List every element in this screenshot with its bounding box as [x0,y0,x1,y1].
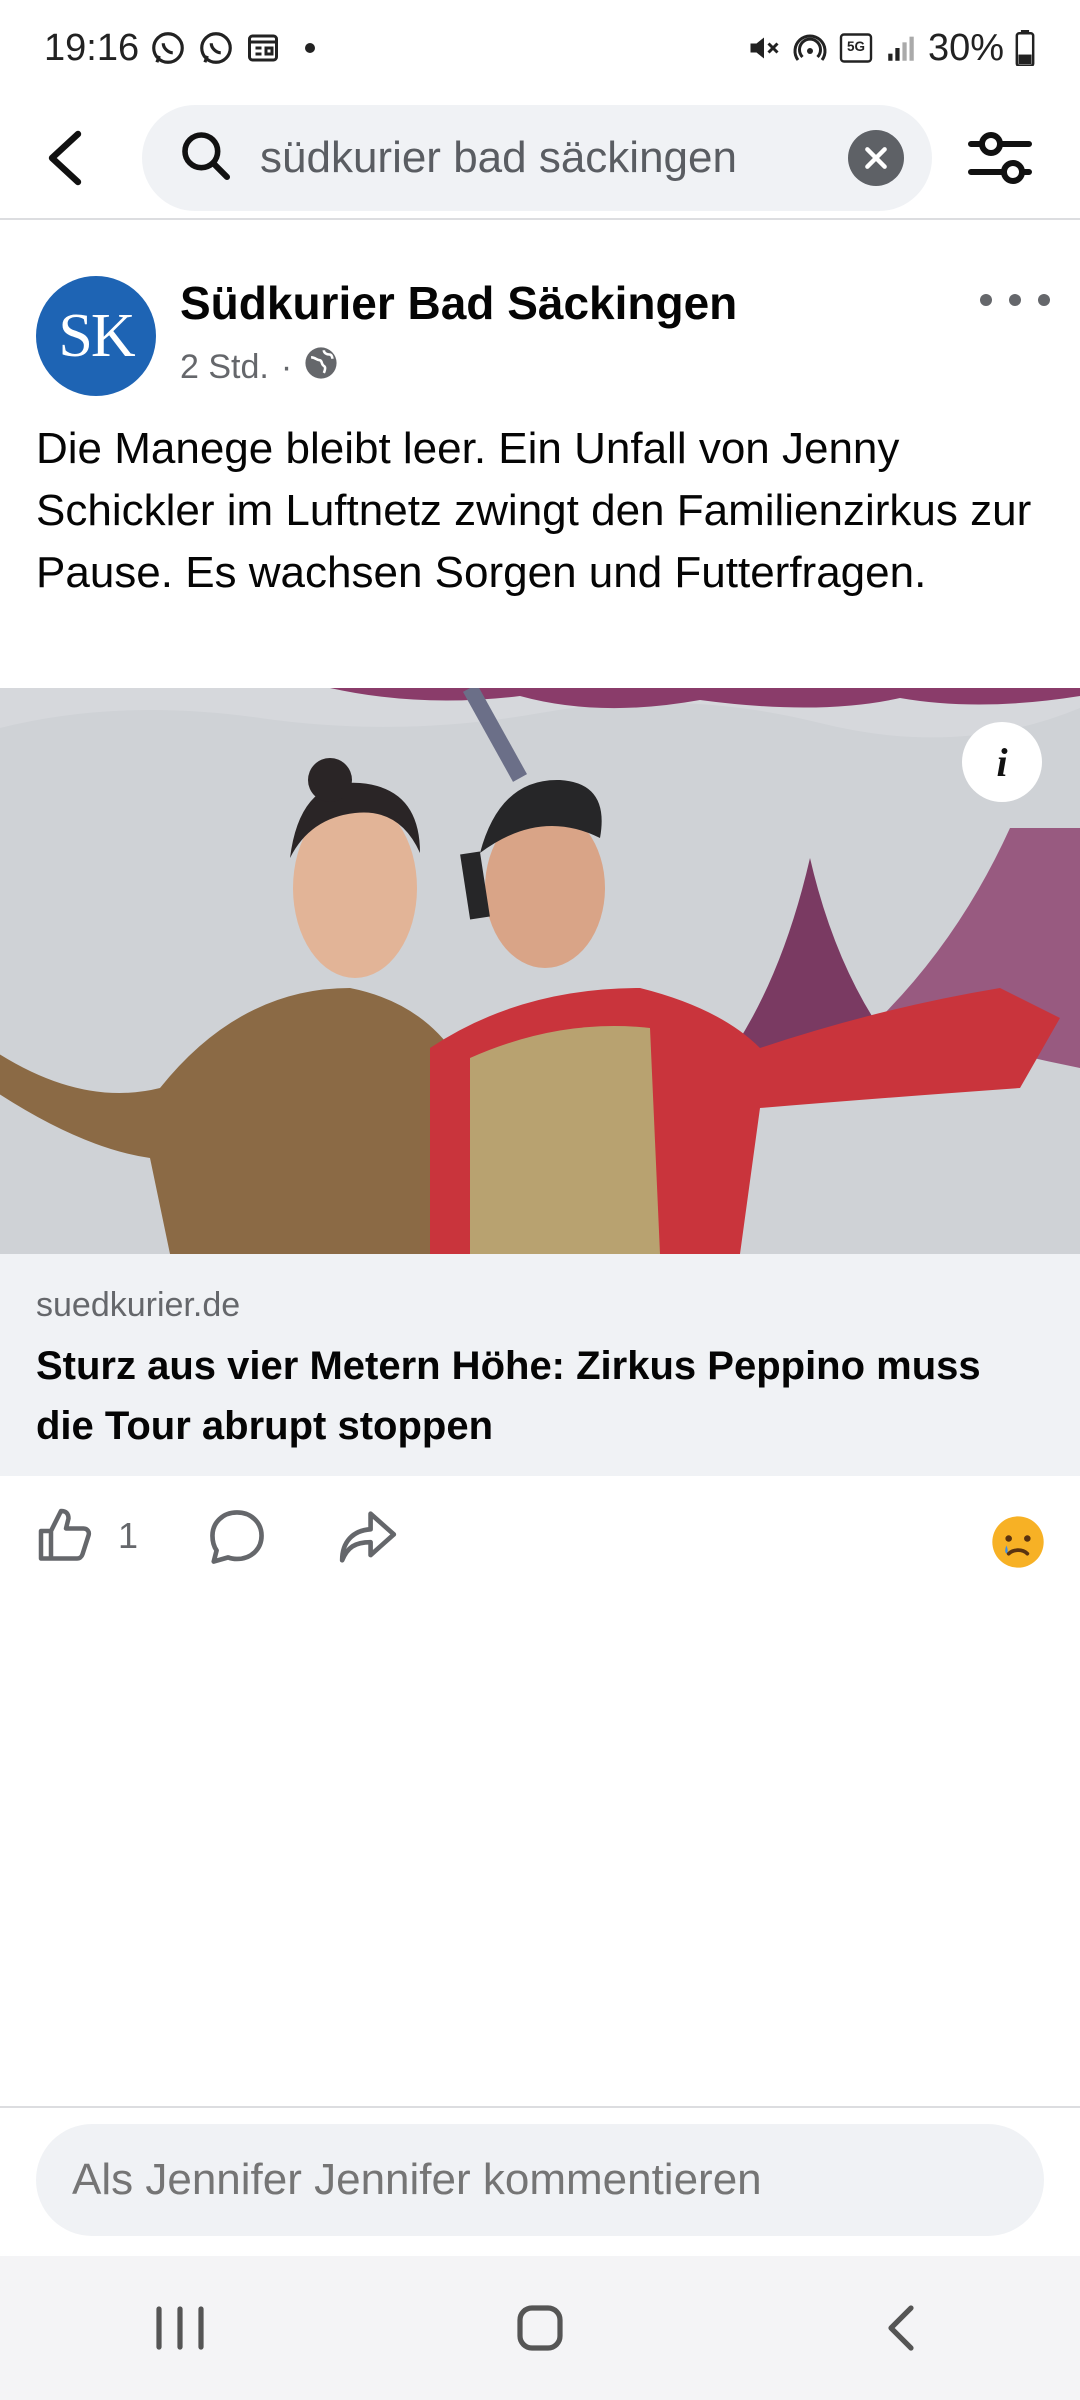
battery-icon [1014,30,1036,66]
avatar-text: SK [58,301,135,370]
back-button[interactable] [42,118,122,198]
thumbs-up-icon [38,1508,92,1561]
dot-icon [980,294,992,306]
sad-reaction-icon[interactable] [990,1514,1046,1570]
comment-button[interactable] [206,1506,268,1568]
filter-button[interactable] [960,118,1040,198]
comment-divider [0,2106,1080,2108]
home-icon [517,2305,563,2351]
post-image[interactable]: i [0,688,1080,1254]
comment-bar[interactable] [36,2124,1044,2236]
sliders-icon [968,132,1032,184]
post-header: SK Südkurier Bad Säckingen 2 Std. · [0,250,1080,430]
whatsapp-icon [197,29,235,67]
dot-icon [1038,294,1050,306]
link-title: Sturz aus vier Metern Höhe: Zirkus Peppi… [36,1344,981,1448]
circus-performers-photo [0,688,1080,1254]
nav-back-button[interactable] [840,2278,960,2378]
clear-search-button[interactable] [848,130,904,186]
comment-bubble-icon [210,1510,264,1564]
link-domain: suedkurier.de [36,1286,241,1324]
recent-apps-button[interactable] [120,2278,240,2378]
share-button[interactable] [336,1506,400,1568]
battery-percent: 30% [927,26,1004,69]
search-bar[interactable] [142,105,932,211]
5g-icon: 5G [838,30,874,66]
mute-icon [746,30,782,66]
header-divider [0,218,1080,220]
screen: 19:16 5G 30% südkurier bad säckingen SK … [0,0,1080,2400]
search-icon [178,128,234,189]
post-text: Die Manege bleibt leer. Ein Unfall von J… [36,424,1032,597]
page-name[interactable]: Südkurier Bad Säckingen [180,276,737,330]
page-avatar[interactable]: SK [36,276,156,396]
svg-text:5G: 5G [847,39,865,54]
recent-apps-icon [156,2306,204,2350]
like-count: 1 [118,1515,139,1556]
dot-icon [1009,294,1021,306]
more-options-button[interactable] [980,280,1050,320]
notification-dot [305,43,316,53]
status-bar: 19:16 5G 30% [0,0,1080,96]
image-info-button[interactable]: i [962,722,1042,802]
hotspot-icon [792,30,828,66]
home-button[interactable] [480,2278,600,2378]
news-icon [245,30,281,66]
post-time[interactable]: 2 Std. [180,348,269,387]
search-input[interactable] [260,133,848,183]
link-preview[interactable]: suedkurier.de Sturz aus vier Metern Höhe… [0,1254,1080,1476]
signal-icon [884,31,918,65]
share-arrow-icon [339,1511,397,1563]
comment-input[interactable] [72,2155,1008,2205]
post-actions: 1 [0,1476,1080,1606]
search-header [0,96,1080,220]
post-meta: 2 Std. · [180,346,338,389]
status-time: 19:16 [44,26,140,69]
meta-separator: · [280,348,293,386]
back-arrow-icon [48,130,82,186]
globe-icon [304,346,338,389]
system-nav-bar [0,2256,1080,2400]
close-icon [865,147,887,169]
like-button[interactable]: 1 [36,1506,138,1566]
whatsapp-icon [149,29,187,67]
chevron-left-icon [888,2305,914,2351]
